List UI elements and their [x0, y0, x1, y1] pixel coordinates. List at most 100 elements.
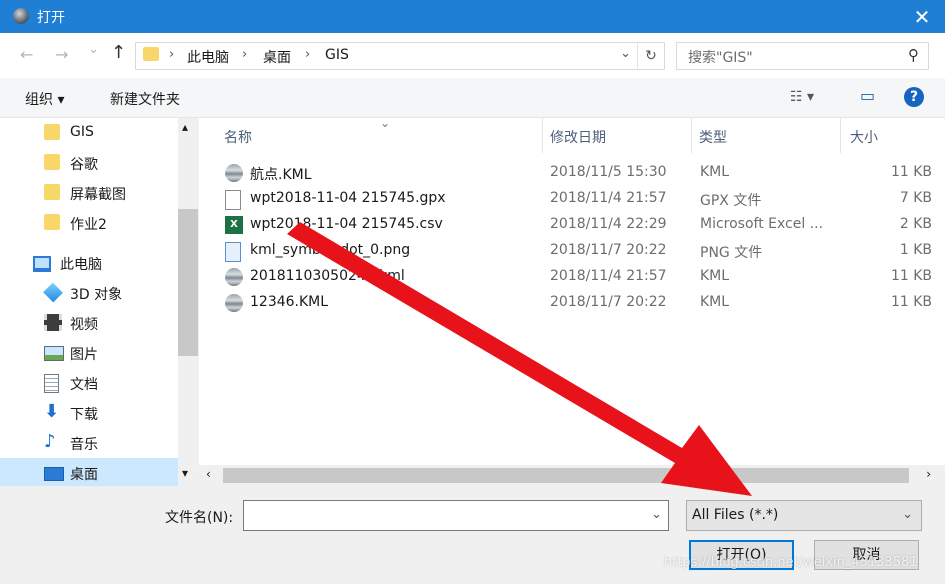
file-size: 1 KB	[899, 242, 932, 258]
scroll-up-icon[interactable]: ▴	[182, 120, 188, 134]
search-icon: ⚲	[908, 46, 919, 64]
file-name: wpt2018-11-04 215745.gpx	[250, 190, 446, 206]
recent-locations-button[interactable]: ⌄	[88, 42, 99, 57]
sidebar-item-documents[interactable]: 文档	[0, 368, 178, 398]
sidebar-item-label: 谷歌	[70, 157, 98, 173]
file-date: 2018/11/4 22:29	[550, 216, 667, 232]
file-row[interactable]: 12346.KML 2018/11/7 20:22 KML 11 KB	[219, 290, 935, 316]
file-date: 2018/11/7 20:22	[550, 242, 667, 258]
toolbar: 组织 ▾ 新建文件夹 ☷ ▾ ▭	[0, 78, 945, 118]
file-type: KML	[700, 268, 730, 284]
column-divider[interactable]	[691, 118, 692, 153]
sidebar-item-label: 音乐	[70, 437, 98, 453]
scroll-down-icon[interactable]: ▾	[182, 466, 188, 480]
sidebar-item-screenshots[interactable]: 屏幕截图	[0, 178, 178, 208]
sidebar-item-label: 屏幕截图	[70, 187, 126, 203]
breadcrumb-desktop[interactable]: 桌面	[263, 47, 291, 67]
filename-field[interactable]: ⌄	[243, 500, 669, 531]
sidebar-item-downloads[interactable]: ⬇ 下载	[0, 398, 178, 428]
sidebar-item-label: GIS	[70, 124, 94, 140]
breadcrumb-separator[interactable]: ›	[242, 47, 247, 62]
address-dropdown-icon[interactable]: ⌄	[620, 46, 631, 61]
file-row[interactable]: kml_symbol_dot_0.png 2018/11/7 20:22 PNG…	[219, 238, 935, 264]
sidebar-item-label: 作业2	[70, 217, 107, 233]
image-icon	[225, 242, 241, 262]
watermark: https://blog.csdn.net/weixin_43133581	[664, 555, 918, 570]
file-type-select[interactable]: All Files (*.*) ⌄	[686, 500, 922, 531]
folder-icon	[143, 47, 159, 61]
desktop-icon	[44, 467, 64, 481]
download-icon: ⬇	[44, 401, 60, 422]
file-icon	[225, 190, 241, 210]
column-header-name[interactable]: 名称	[224, 127, 252, 147]
close-button[interactable]: ✕	[899, 0, 945, 33]
column-header-date[interactable]: 修改日期	[550, 127, 606, 147]
file-size: 7 KB	[899, 190, 932, 206]
sidebar-item-label: 桌面	[70, 467, 98, 483]
file-date: 2018/11/7 20:22	[550, 294, 667, 310]
sidebar-item-desktop[interactable]: 桌面	[0, 458, 178, 486]
help-button[interactable]: ?	[904, 87, 924, 107]
file-size: 2 KB	[899, 216, 932, 232]
file-list: ⌄ 名称 修改日期 类型 大小 航点.KML 2018/11/5 15:30 K…	[199, 116, 945, 465]
sidebar-scrollbar[interactable]: ▴ ▾	[178, 118, 198, 486]
preview-pane-button[interactable]: ▭	[860, 86, 875, 105]
breadcrumb-separator[interactable]: ›	[169, 47, 174, 62]
scrollbar-thumb[interactable]	[223, 468, 909, 483]
sidebar-item-google[interactable]: 谷歌	[0, 148, 178, 178]
breadcrumb-gis[interactable]: GIS	[325, 47, 349, 63]
file-type: PNG 文件	[700, 245, 763, 261]
file-type: Microsoft Excel ...	[700, 216, 824, 232]
computer-icon	[33, 256, 51, 272]
column-divider[interactable]	[840, 118, 841, 153]
new-folder-button[interactable]: 新建文件夹	[110, 89, 180, 109]
sidebar-item-gis[interactable]: GIS	[0, 118, 178, 148]
breadcrumb-this-pc[interactable]: 此电脑	[187, 47, 229, 67]
sidebar-item-label: 文档	[70, 377, 98, 393]
column-header-type[interactable]: 类型	[699, 127, 727, 147]
view-options-button[interactable]: ☷ ▾	[790, 89, 814, 105]
file-row[interactable]: 航点.KML 2018/11/5 15:30 KML 11 KB	[219, 160, 935, 186]
sidebar-item-3d-objects[interactable]: 3D 对象	[0, 278, 178, 308]
sidebar-item-pictures[interactable]: 图片	[0, 338, 178, 368]
file-list-horizontal-scrollbar[interactable]: ‹ ›	[199, 465, 945, 486]
scroll-left-icon[interactable]: ‹	[206, 467, 211, 481]
search-input[interactable]: 搜索"GIS"	[688, 47, 753, 67]
video-icon	[44, 314, 62, 331]
file-row[interactable]: wpt2018-11-04 215745.gpx 2018/11/4 21:57…	[219, 186, 935, 212]
breadcrumb-separator[interactable]: ›	[305, 47, 310, 62]
sidebar-item-videos[interactable]: 视频	[0, 308, 178, 338]
refresh-button[interactable]: ↻	[637, 43, 664, 69]
sidebar-item-this-pc[interactable]: 此电脑	[0, 248, 178, 278]
chevron-down-icon[interactable]: ⌄	[651, 507, 662, 522]
documents-icon	[44, 374, 59, 393]
file-name: 20181103050245.kml	[250, 268, 405, 284]
column-header-size[interactable]: 大小	[850, 127, 878, 147]
scrollbar-thumb[interactable]	[178, 209, 198, 356]
music-icon: ♪	[44, 431, 56, 452]
file-size: 11 KB	[890, 294, 932, 310]
file-name: 航点.KML	[250, 167, 312, 183]
up-button[interactable]: ↑	[111, 42, 126, 63]
sidebar-item-music[interactable]: ♪ 音乐	[0, 428, 178, 458]
app-icon	[13, 8, 29, 24]
back-button[interactable]: ←	[20, 45, 33, 64]
sidebar-item-label: 下载	[70, 407, 98, 423]
column-divider[interactable]	[542, 118, 543, 153]
organize-button[interactable]: 组织 ▾	[25, 89, 64, 109]
forward-button[interactable]: →	[55, 45, 68, 64]
file-type: KML	[700, 294, 730, 310]
address-bar[interactable]: › 此电脑 › 桌面 › GIS ⌄ ↻	[135, 42, 665, 70]
sidebar-item-homework2[interactable]: 作业2	[0, 208, 178, 238]
file-size: 11 KB	[890, 164, 932, 180]
file-date: 2018/11/5 15:30	[550, 164, 667, 180]
file-date: 2018/11/4 21:57	[550, 190, 667, 206]
file-row[interactable]: X wpt2018-11-04 215745.csv 2018/11/4 22:…	[219, 212, 935, 238]
scroll-right-icon[interactable]: ›	[926, 467, 931, 481]
navigation-pane: GIS 谷歌 屏幕截图 作业2 此电脑 3D 对象 视频 图片 文档 ⬇ 下载 …	[0, 118, 198, 486]
sort-indicator-icon: ⌄	[380, 116, 391, 130]
file-name: wpt2018-11-04 215745.csv	[250, 216, 443, 232]
file-row[interactable]: 20181103050245.kml 2018/11/4 21:57 KML 1…	[219, 264, 935, 290]
search-box[interactable]: 搜索"GIS" ⚲	[676, 42, 929, 70]
folder-icon	[44, 154, 60, 170]
